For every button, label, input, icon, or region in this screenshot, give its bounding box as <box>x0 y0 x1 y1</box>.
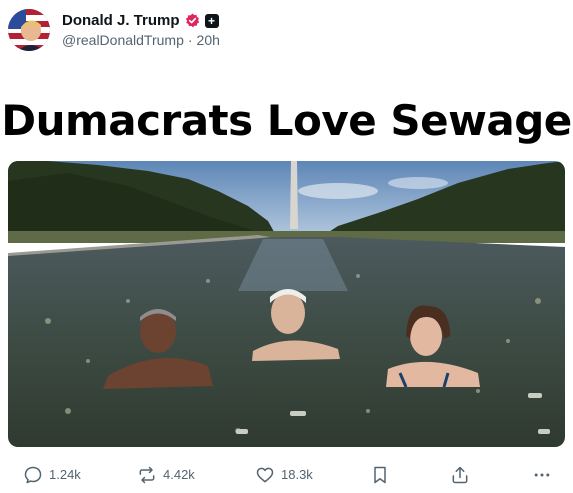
repost-count: 4.42k <box>163 467 195 482</box>
like-button[interactable]: 18.3k <box>255 465 313 485</box>
heart-icon <box>255 465 275 485</box>
reply-button[interactable]: 1.24k <box>23 465 81 485</box>
reply-count: 1.24k <box>49 467 81 482</box>
avatar[interactable] <box>8 9 50 51</box>
post-header: Donald J. Trump + @realDonaldTrump · 20h <box>8 8 565 52</box>
bookmark-button[interactable] <box>370 465 390 485</box>
post-image[interactable] <box>8 161 565 447</box>
author-handle[interactable]: @realDonaldTrump <box>62 32 184 48</box>
reply-icon <box>23 465 43 485</box>
like-count: 18.3k <box>281 467 313 482</box>
more-options-button[interactable] <box>532 465 552 485</box>
post-headline: Dumacrats Love Sewage <box>1 96 572 145</box>
repost-button[interactable]: 4.42k <box>137 465 195 485</box>
more-horizontal-icon <box>532 465 552 485</box>
repost-icon <box>137 465 157 485</box>
meta-separator: · <box>187 32 193 48</box>
verified-badge-icon <box>185 13 200 28</box>
bookmark-icon <box>370 465 390 485</box>
share-icon <box>450 465 470 485</box>
post-timestamp[interactable]: 20h <box>197 32 220 48</box>
post-actions-bar: 1.24k 4.42k 18.3k <box>0 465 573 493</box>
plus-badge-icon: + <box>204 13 219 28</box>
share-button[interactable] <box>450 465 470 485</box>
author-display-name[interactable]: Donald J. Trump <box>62 12 180 29</box>
